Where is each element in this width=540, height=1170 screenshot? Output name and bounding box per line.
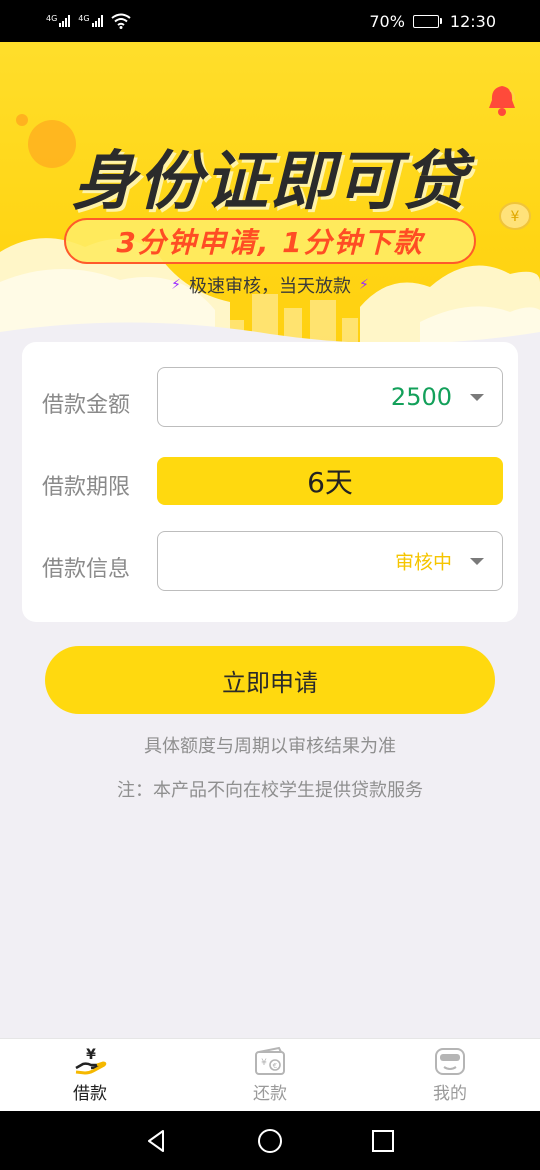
back-icon[interactable]: [143, 1127, 171, 1155]
bell-icon: [489, 86, 516, 116]
apply-button[interactable]: 立即申请: [45, 646, 495, 714]
svg-text:€: €: [273, 1062, 277, 1070]
note-limit: 具体额度与周期以审核结果为准: [144, 736, 396, 757]
clock: 12:30: [449, 11, 496, 31]
chevron-down-icon: [470, 394, 484, 401]
amount-select[interactable]: 2500: [157, 367, 503, 427]
svg-text:¥: ¥: [86, 1047, 96, 1063]
tab-repay[interactable]: ¥ € 还款: [180, 1039, 360, 1111]
tab-loan-label: 借款: [73, 1084, 107, 1104]
banner-tagline: ⚡ 极速审核，当天放款 ⚡: [0, 272, 540, 298]
repay-wallet-icon: ¥ €: [255, 1046, 285, 1075]
period-label: 借款期限: [42, 475, 131, 500]
bottom-tab-bar: ¥ 借款 ¥ € 还款 我的: [0, 1038, 540, 1111]
svg-text:¥: ¥: [261, 1058, 267, 1068]
status-bar: 4G 4G 70% 12:30: [0, 0, 540, 42]
signal-icon-2: 4G: [78, 14, 103, 27]
status-right: 70% 12:30: [369, 12, 496, 31]
banner-tagline-text: 极速审核，当天放款: [189, 276, 351, 297]
note-students: 注：本产品不向在校学生提供贷款服务: [117, 780, 423, 801]
network-type-2: 4G: [78, 14, 90, 23]
wifi-icon: [110, 13, 131, 29]
info-select[interactable]: 审核中: [157, 531, 503, 591]
tab-profile-label: 我的: [433, 1084, 467, 1104]
status-left: 4G 4G: [46, 13, 131, 29]
tab-loan[interactable]: ¥ 借款: [0, 1039, 180, 1111]
lightning-icon: ⚡: [359, 277, 369, 293]
promo-banner: ¥ 身份证即可贷 3分钟申请, 1分钟下款 ⚡ 极速审核，当天放款 ⚡: [0, 42, 540, 374]
amount-label: 借款金额: [42, 393, 131, 418]
profile-icon: [435, 1048, 465, 1075]
signal-icon: 4G: [46, 14, 71, 27]
recents-icon[interactable]: [369, 1127, 397, 1155]
banner-subtitle: 3分钟申请, 1分钟下款: [64, 218, 476, 264]
chevron-down-icon: [470, 558, 484, 565]
banner-title: 身份证即可贷: [72, 145, 468, 219]
lightning-icon: ⚡: [171, 277, 181, 293]
amount-value: 2500: [390, 383, 452, 411]
battery-icon: [412, 14, 442, 28]
network-type-1: 4G: [46, 14, 58, 23]
home-icon[interactable]: [256, 1127, 284, 1155]
system-nav-bar: [0, 1111, 540, 1170]
battery-percent: 70%: [369, 11, 405, 31]
info-status: 审核中: [394, 551, 452, 574]
tab-profile[interactable]: 我的: [360, 1039, 540, 1111]
info-label: 借款信息: [42, 557, 131, 582]
period-value[interactable]: 6天: [157, 457, 503, 505]
tab-repay-label: 还款: [253, 1084, 287, 1104]
loan-hand-icon: ¥: [75, 1047, 107, 1075]
loan-form-card: 借款金额 2500 借款期限 6天 借款信息 审核中: [22, 342, 518, 622]
